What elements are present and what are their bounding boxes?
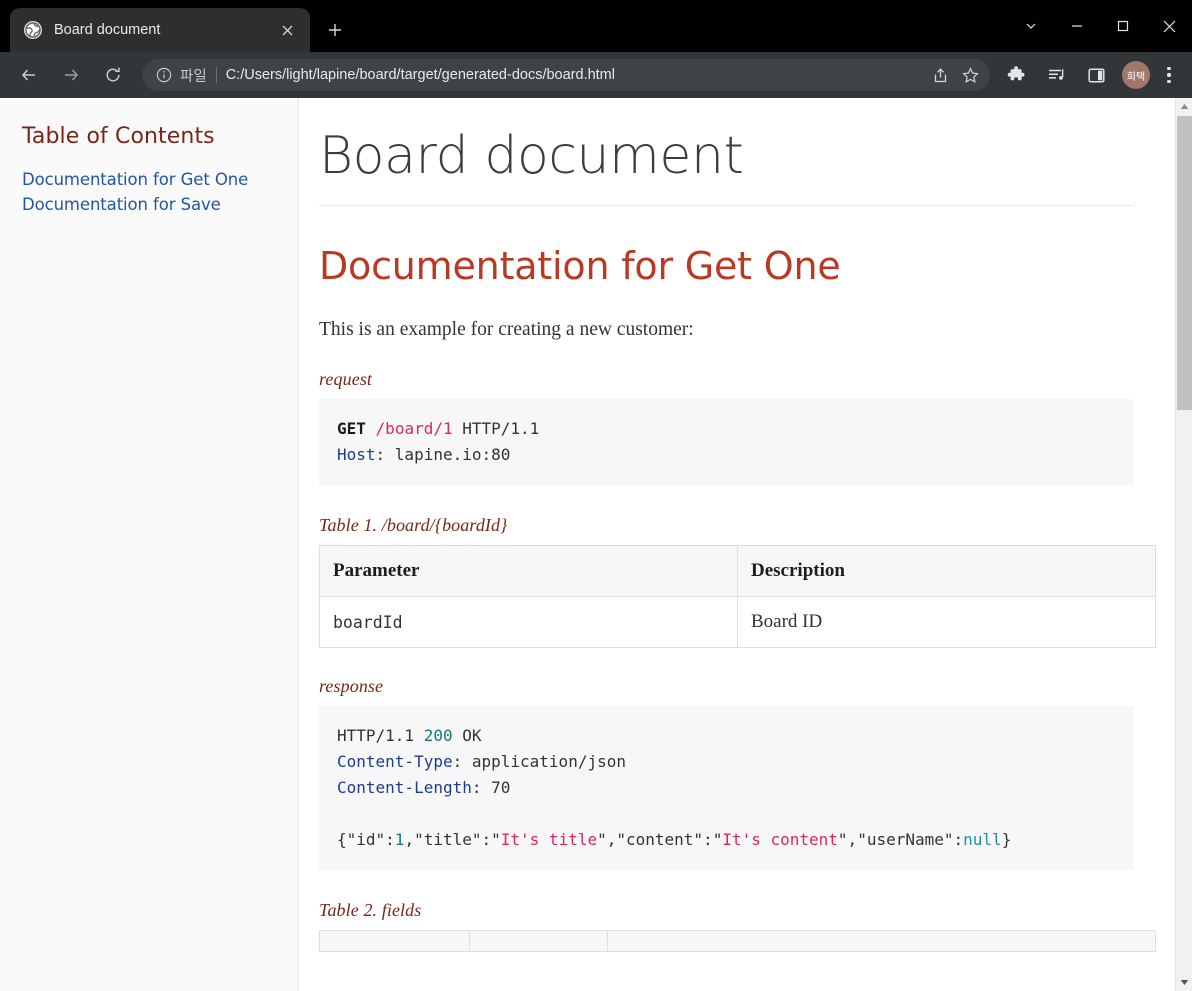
page-scrollbar[interactable] [1175, 98, 1192, 991]
new-tab-button[interactable] [318, 13, 352, 47]
chevron-down-icon[interactable] [1008, 4, 1054, 48]
response-http-version: HTTP/1.1 [337, 726, 415, 746]
close-icon[interactable] [1146, 4, 1192, 48]
request-label: request [319, 369, 373, 390]
http-version: HTTP/1.1 [462, 419, 540, 439]
triangle-up-icon[interactable] [1176, 98, 1192, 115]
triangle-down-icon[interactable] [1176, 974, 1192, 991]
back-button[interactable] [13, 59, 45, 91]
reload-button[interactable] [97, 59, 129, 91]
maximize-icon[interactable] [1100, 4, 1146, 48]
response-code-block: HTTP/1.1 200 OK Content-Type: applicatio… [319, 706, 1133, 871]
browser-toolbar: 파일 C:/Users/light/lapine/board/target/ge… [0, 52, 1192, 98]
table-fields [319, 930, 1156, 953]
kebab-menu-icon[interactable] [1156, 60, 1182, 90]
side-panel-icon[interactable] [1081, 60, 1111, 90]
response-label: response [319, 676, 384, 697]
media-list-icon[interactable] [1041, 60, 1071, 90]
info-circle-icon[interactable] [152, 63, 176, 87]
response-status-reason: OK [462, 726, 482, 746]
column-header-desc [607, 930, 1156, 953]
table-row: boardId Board ID [319, 596, 1156, 649]
intro-paragraph: This is an example for creating a new cu… [319, 318, 694, 340]
browser-window: Board document 파일 C:/Users/light/lapine/… [0, 0, 1192, 991]
cell-parameter: boardId [319, 596, 738, 649]
host-header-name: Host [337, 445, 376, 465]
omnibox-actions [926, 61, 986, 89]
http-method: GET [337, 419, 366, 439]
url-text[interactable]: C:/Users/light/lapine/board/target/gener… [226, 67, 926, 83]
json-content-value: It's content [722, 830, 838, 850]
puzzle-icon[interactable] [1001, 60, 1031, 90]
content-length-value: 70 [491, 778, 511, 798]
globe-icon [24, 21, 42, 39]
forward-button[interactable] [55, 59, 87, 91]
tab-board-document[interactable]: Board document [10, 8, 310, 52]
table-header-row: Parameter Description [319, 545, 1156, 598]
scheme-label: 파일 [180, 68, 207, 85]
toc-title: Table of Contents [22, 124, 215, 149]
json-id-value: 1 [394, 830, 405, 850]
table1-caption: Table 1. /board/{boardId} [319, 515, 508, 536]
host-header-value: lapine.io:80 [394, 445, 511, 465]
tab-strip: Board document [0, 0, 1192, 52]
json-title-value: It's title [500, 830, 598, 850]
content-type-value: application/json [471, 752, 626, 772]
content-length-name: Content-Length [337, 778, 472, 798]
response-status-code: 200 [423, 726, 453, 746]
request-path: /board/1 [375, 419, 453, 439]
tab-title: Board document [54, 22, 161, 38]
page-title: Board document [319, 127, 1133, 207]
cell-description: Board ID [737, 596, 1156, 649]
scrollbar-thumb[interactable] [1177, 116, 1192, 410]
document-scroll-area: Board document Documentation for Get One… [299, 98, 1192, 991]
sidebar-item-get-one[interactable]: Documentation for Get One [22, 167, 278, 192]
document-body: Board document Documentation for Get One… [299, 98, 1165, 953]
address-bar[interactable]: 파일 C:/Users/light/lapine/board/target/ge… [142, 59, 990, 91]
column-header-type [469, 930, 608, 953]
column-header-description: Description [737, 545, 1156, 598]
toc-sidebar: Table of Contents Documentation for Get … [0, 98, 299, 991]
request-code-block: GET /board/1 HTTP/1.1 Host: lapine.io:80 [319, 399, 1133, 486]
content-type-name: Content-Type [337, 752, 453, 772]
minimize-icon[interactable] [1054, 4, 1100, 48]
table-header-row [319, 930, 1156, 953]
column-header-parameter: Parameter [319, 545, 738, 598]
share-icon[interactable] [926, 61, 954, 89]
star-icon[interactable] [956, 61, 984, 89]
avatar[interactable]: 희택 [1122, 61, 1150, 89]
table-board-params: Parameter Description boardId Board ID [319, 545, 1156, 649]
sidebar-item-save[interactable]: Documentation for Save [22, 192, 278, 217]
column-header-path [319, 930, 470, 953]
window-controls [1008, 0, 1192, 52]
table2-caption: Table 2. fields [319, 900, 422, 921]
close-icon[interactable] [274, 17, 300, 43]
page-viewport: Table of Contents Documentation for Get … [0, 98, 1192, 991]
json-username-value: null [963, 830, 1002, 850]
section-title-get-one: Documentation for Get One [319, 244, 841, 289]
omnibox-divider [215, 67, 217, 83]
